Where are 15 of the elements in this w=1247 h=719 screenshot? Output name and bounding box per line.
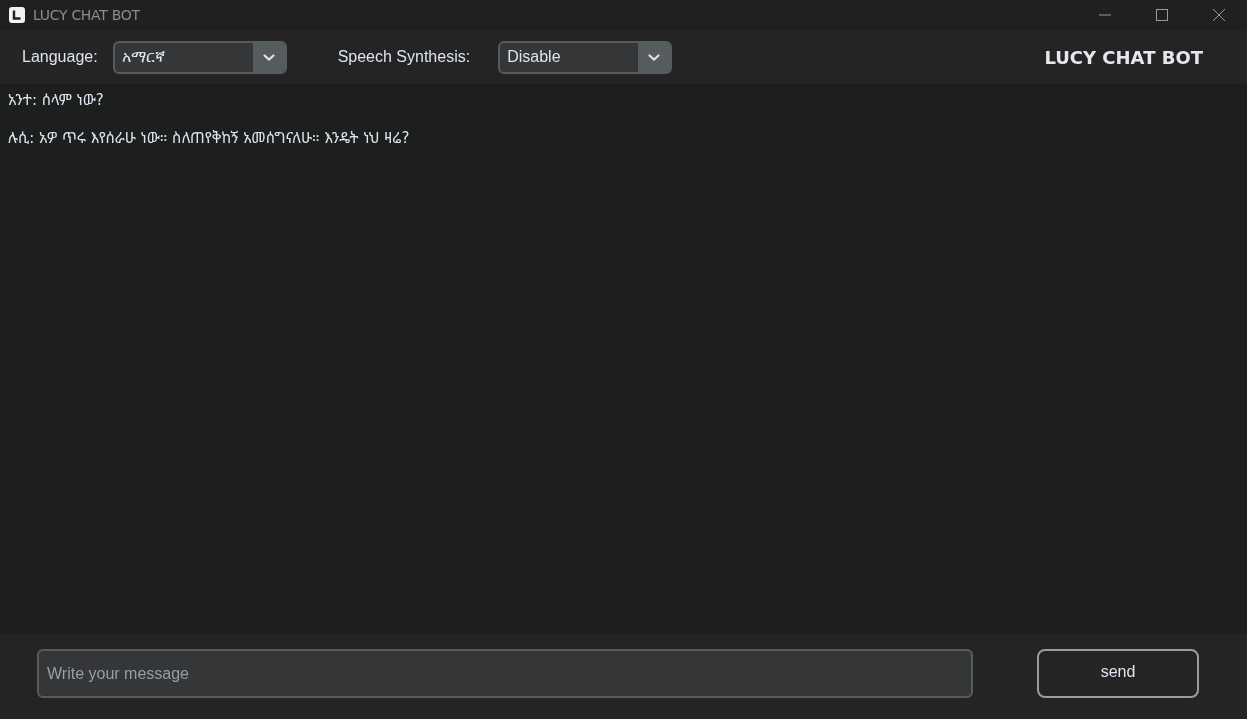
chat-message: አንተ: ሰላም ነው? [8,90,104,111]
window-title: LUCY CHAT BOT [33,7,140,23]
chat-message: ሉሲ: አዎ ጥሩ እየሰራሁ ነው። ስለጠየቅከኝ አመሰግናለሁ። እንዴት ነህ ዛሬ? [8,128,410,149]
app-logo-icon [9,7,25,23]
app-title: LUCY CHAT BOT [1044,46,1203,68]
send-button[interactable]: send [1037,649,1199,698]
message-input[interactable]: Write your message [37,649,973,698]
maximize-icon [1155,9,1168,21]
speech-synthesis-dropdown[interactable]: Disable [498,40,673,74]
language-dropdown[interactable]: አማርኛ [112,40,287,74]
speech-synthesis-label: Speech Synthesis: [337,48,471,66]
chevron-down-icon [252,42,285,72]
chevron-down-icon [638,42,671,72]
close-icon [1212,9,1225,21]
language-label: Language: [22,48,98,66]
